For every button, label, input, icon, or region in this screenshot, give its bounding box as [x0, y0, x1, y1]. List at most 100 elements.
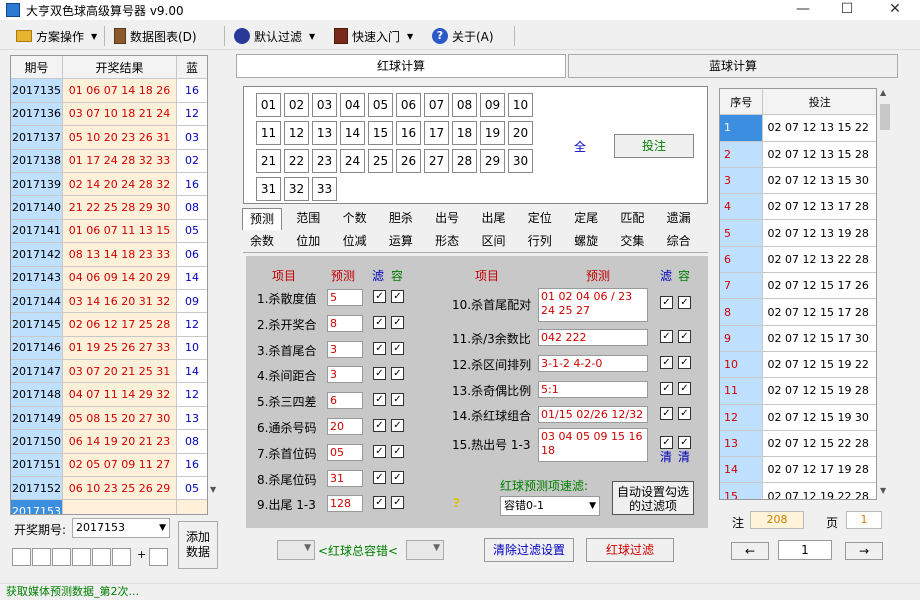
history-row[interactable]: 2017153 [11, 500, 207, 514]
history-row[interactable]: 2017137 05 10 20 23 26 31 03 [11, 126, 207, 150]
filter-checkbox[interactable]: ✓ [373, 496, 386, 510]
scrollbar-thumb[interactable] [880, 104, 890, 130]
tolerance-checkbox[interactable]: ✓ [391, 367, 404, 381]
filter-checkbox[interactable]: ✓ [373, 419, 386, 432]
filter-tab[interactable]: 胆杀 [381, 208, 421, 230]
tolerance-checkbox[interactable]: ✓ [391, 341, 404, 355]
number-button[interactable]: 18 [452, 121, 477, 145]
bet-row[interactable]: 1 02 07 12 13 15 22 [720, 115, 876, 142]
number-button[interactable]: 03 [312, 93, 337, 117]
number-button[interactable]: 12 [284, 121, 309, 145]
col-issue-header[interactable]: 期号 [11, 56, 63, 79]
bets-scrollbar[interactable]: ▲ ▼ [878, 88, 892, 500]
clear-tol-col-button[interactable]: 清 [678, 448, 690, 465]
number-button[interactable]: 28 [452, 149, 477, 173]
history-row[interactable]: 2017144 03 14 16 20 31 32 09 [11, 289, 207, 314]
filter-checkbox[interactable]: ✓ [660, 382, 673, 395]
tolerance-checkbox[interactable]: ✓ [391, 419, 404, 432]
number-button[interactable]: 29 [480, 149, 505, 173]
number-button[interactable]: 32 [284, 177, 309, 201]
bet-row[interactable]: 3 02 07 12 13 15 30 [720, 167, 876, 195]
history-row[interactable]: 2017135 01 06 07 14 18 26 16 [11, 79, 207, 103]
select-all-button[interactable]: 全 [574, 138, 586, 155]
red-number-input[interactable] [72, 548, 91, 566]
help-icon[interactable]: ? [453, 496, 460, 510]
number-button[interactable]: 21 [256, 149, 281, 173]
number-button[interactable]: 10 [508, 93, 533, 117]
tolerance-checkbox[interactable]: ✓ [391, 315, 404, 329]
about-button[interactable]: ? 关于(A) [428, 25, 498, 47]
number-button[interactable]: 19 [480, 121, 505, 145]
tolerance-checkbox[interactable]: ✓ [391, 444, 404, 458]
number-button[interactable]: 26 [396, 149, 421, 173]
number-button[interactable]: 24 [340, 149, 365, 173]
left-filter-value[interactable]: 5 [327, 289, 363, 306]
history-row[interactable]: 2017139 02 14 20 24 28 32 16 [11, 172, 207, 197]
bet-row[interactable]: 15 02 07 12 19 22 28 [720, 483, 876, 499]
history-row[interactable]: 2017150 06 14 19 20 21 23 08 [11, 430, 207, 454]
bet-row[interactable]: 13 02 07 12 15 22 28 [720, 430, 876, 458]
bet-row[interactable]: 4 02 07 12 13 17 28 [720, 194, 876, 221]
number-button[interactable]: 22 [284, 149, 309, 173]
right-filter-value[interactable]: 01/15 02/26 12/32 [538, 406, 648, 423]
chevron-up-icon[interactable]: ▲ [880, 88, 886, 97]
left-filter-value[interactable]: 128 [327, 495, 363, 513]
number-button[interactable]: 05 [368, 93, 393, 117]
filter-tab[interactable]: 位减 [335, 231, 375, 253]
bet-button[interactable]: 投注 [614, 134, 694, 158]
number-button[interactable]: 04 [340, 93, 365, 117]
bet-row[interactable]: 2 02 07 12 13 15 28 [720, 141, 876, 168]
history-row[interactable]: 2017143 04 06 09 14 20 29 14 [11, 266, 207, 290]
right-filter-value[interactable]: 3-1-2 4-2-0 [538, 355, 648, 372]
filter-tab[interactable]: 定位 [520, 208, 560, 230]
number-button[interactable]: 06 [396, 93, 421, 117]
number-button[interactable]: 27 [424, 149, 449, 173]
filter-tab[interactable]: 出号 [427, 208, 467, 230]
filter-tab[interactable]: 余数 [242, 231, 282, 253]
filter-tab[interactable]: 形态 [427, 231, 467, 253]
number-button[interactable]: 23 [312, 149, 337, 173]
left-filter-value[interactable]: 3 [327, 340, 363, 358]
history-row[interactable]: 2017138 01 17 24 28 32 33 02 [11, 149, 207, 173]
bet-row[interactable]: 5 02 07 12 13 19 28 [720, 220, 876, 247]
left-filter-value[interactable]: 3 [327, 366, 363, 384]
bet-row[interactable]: 11 02 07 12 15 19 28 [720, 378, 876, 405]
tolerance-checkbox[interactable]: ✓ [391, 496, 404, 510]
filter-tab[interactable]: 匹配 [612, 208, 652, 230]
filter-checkbox[interactable]: ✓ [660, 296, 673, 309]
maximize-icon[interactable]: ☐ [832, 0, 862, 20]
tolerance-max-select[interactable]: ▼ [406, 540, 444, 560]
filter-checkbox[interactable]: ✓ [373, 367, 386, 381]
tab-red-ball[interactable]: 红球计算 [236, 54, 566, 78]
history-scrollbar[interactable]: ▼ [208, 55, 222, 515]
filter-tab[interactable]: 位加 [288, 231, 328, 253]
prev-page-button[interactable]: ← [731, 542, 769, 560]
filter-checkbox[interactable]: ✓ [373, 444, 386, 458]
filter-checkbox[interactable]: ✓ [373, 290, 386, 303]
add-data-button[interactable]: 添加数据 [178, 521, 218, 569]
left-filter-value[interactable]: 8 [327, 314, 363, 332]
number-button[interactable]: 16 [396, 121, 421, 145]
number-button[interactable]: 20 [508, 121, 533, 145]
col-result-header[interactable]: 开奖结果 [63, 56, 177, 79]
number-button[interactable]: 01 [256, 93, 281, 117]
minimize-icon[interactable]: — [788, 0, 818, 20]
bet-row[interactable]: 12 02 07 12 15 19 30 [720, 404, 876, 431]
left-filter-value[interactable]: 20 [327, 418, 363, 435]
issue-select[interactable]: 2017153 ▼ [72, 518, 170, 538]
number-button[interactable]: 02 [284, 93, 309, 117]
data-chart-button[interactable]: 数据图表(D) [110, 25, 201, 47]
bet-row[interactable]: 7 02 07 12 15 17 26 [720, 273, 876, 300]
close-icon[interactable]: ✕ [880, 0, 910, 20]
filter-checkbox[interactable]: ✓ [373, 315, 386, 329]
tolerance-checkbox[interactable]: ✓ [678, 330, 691, 343]
history-row[interactable]: 2017151 02 05 07 09 11 27 16 [11, 453, 207, 478]
red-filter-button[interactable]: 红球过滤 [586, 538, 674, 562]
filter-tab[interactable]: 预测 [242, 208, 282, 230]
number-button[interactable]: 14 [340, 121, 365, 145]
tolerance-checkbox[interactable]: ✓ [391, 290, 404, 303]
filter-tab[interactable]: 运算 [381, 231, 421, 253]
red-number-input[interactable] [32, 548, 51, 566]
left-filter-value[interactable]: 31 [327, 469, 363, 487]
filter-tab[interactable]: 遗漏 [659, 208, 699, 230]
